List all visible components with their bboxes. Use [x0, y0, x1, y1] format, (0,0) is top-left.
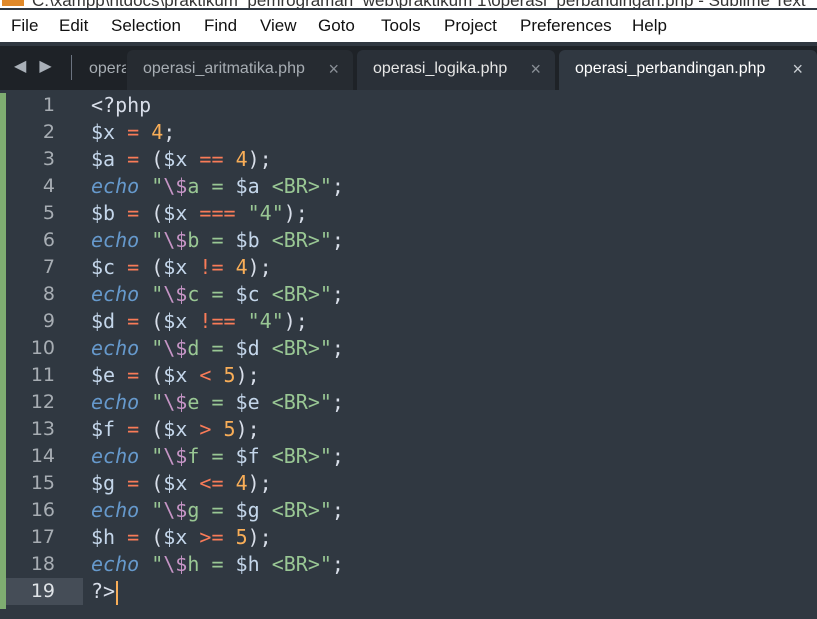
line-number: 3: [42, 148, 55, 170]
code-line[interactable]: echo "\$b = $b <BR>";: [91, 227, 344, 254]
close-icon[interactable]: ×: [328, 59, 339, 80]
line-number: 12: [30, 391, 55, 413]
code-line[interactable]: $f = ($x > 5);: [91, 416, 344, 443]
code-line[interactable]: $e = ($x < 5);: [91, 362, 344, 389]
menu-selection[interactable]: Selection: [111, 16, 181, 36]
code-line[interactable]: echo "\$a = $a <BR>";: [91, 173, 344, 200]
line-number: 6: [42, 229, 55, 251]
tab-label: operasi: [89, 60, 126, 77]
tab-operasi-aritmatika[interactable]: operasi_aritmatika.php ×: [127, 50, 353, 90]
code-line[interactable]: $c = ($x != 4);: [91, 254, 344, 281]
menu-view[interactable]: View: [260, 16, 297, 36]
code-editor[interactable]: 1 2 3 4 5 6 7 8 9 10 11 12 13 14 15 16 17 18 19 <?php $x = …: [0, 90, 817, 619]
window-title: C:\xampp\htdocs\praktikum_pemrograman_we…: [32, 0, 806, 8]
close-icon[interactable]: ×: [792, 59, 803, 80]
menu-tools[interactable]: Tools: [381, 16, 421, 36]
tab-nav-divider: [71, 55, 72, 80]
tab-partial[interactable]: operasi: [80, 50, 126, 90]
tab-nav-arrows-icon[interactable]: ◀ ▶: [14, 56, 56, 75]
line-number: 7: [42, 256, 55, 278]
line-number: 5: [42, 202, 55, 224]
code-line[interactable]: echo "\$f = $f <BR>";: [91, 443, 344, 470]
tab-label: operasi_logika.php: [373, 60, 508, 77]
title-bar: C:\xampp\htdocs\praktikum_pemrograman_we…: [0, 0, 817, 8]
menu-find[interactable]: Find: [204, 16, 237, 36]
line-number: 1: [42, 94, 55, 116]
code-line[interactable]: $h = ($x >= 5);: [91, 524, 344, 551]
code-line[interactable]: <?php: [91, 92, 344, 119]
code-line[interactable]: echo "\$d = $d <BR>";: [91, 335, 344, 362]
code-line[interactable]: $d = ($x !== "4");: [91, 308, 344, 335]
code-line[interactable]: echo "\$c = $c <BR>";: [91, 281, 344, 308]
code-line[interactable]: echo "\$h = $h <BR>";: [91, 551, 344, 578]
code-line[interactable]: ?>: [91, 578, 344, 605]
code-line[interactable]: $g = ($x <= 4);: [91, 470, 344, 497]
menu-bar: File Edit Selection Find View Goto Tools…: [0, 10, 817, 42]
line-number: 16: [30, 499, 55, 521]
code-line[interactable]: $x = 4;: [91, 119, 344, 146]
line-number: 18: [30, 553, 55, 575]
line-number: 13: [30, 418, 55, 440]
line-number: 9: [42, 310, 55, 332]
tab-operasi-perbandingan[interactable]: operasi_perbandingan.php ×: [559, 50, 817, 90]
code-line[interactable]: echo "\$g = $g <BR>";: [91, 497, 344, 524]
code-line[interactable]: $a = ($x == 4);: [91, 146, 344, 173]
line-number: 8: [42, 283, 55, 305]
tab-bar: ◀ ▶ operasi operasi_aritmatika.php × ope…: [0, 46, 817, 90]
code-line[interactable]: echo "\$e = $e <BR>";: [91, 389, 344, 416]
menu-goto[interactable]: Goto: [318, 16, 355, 36]
menu-help[interactable]: Help: [632, 16, 667, 36]
line-number: 4: [42, 175, 55, 197]
menu-project[interactable]: Project: [444, 16, 497, 36]
code-text[interactable]: <?php $x = 4; $a = ($x == 4); echo "\$a = $…: [91, 92, 344, 605]
sublime-app-icon: [2, 0, 24, 6]
tab-label: operasi_aritmatika.php: [143, 60, 305, 77]
line-number: 11: [30, 364, 55, 386]
tab-operasi-logika[interactable]: operasi_logika.php ×: [357, 50, 555, 90]
line-number: 17: [30, 526, 55, 548]
line-number: 14: [30, 445, 55, 467]
line-number-gutter: 1 2 3 4 5 6 7 8 9 10 11 12 13 14 15 16 17 18 19: [0, 90, 85, 619]
menu-file[interactable]: File: [11, 16, 38, 36]
line-number: 19: [30, 580, 55, 602]
line-number: 10: [30, 337, 55, 359]
text-caret: [116, 580, 119, 605]
close-icon[interactable]: ×: [530, 59, 541, 80]
tab-label: operasi_perbandingan.php: [575, 60, 766, 77]
line-number: 2: [42, 121, 55, 143]
menu-preferences[interactable]: Preferences: [520, 16, 612, 36]
code-line[interactable]: $b = ($x === "4");: [91, 200, 344, 227]
menu-edit[interactable]: Edit: [59, 16, 88, 36]
line-number: 15: [30, 472, 55, 494]
line-numbers: 1 2 3 4 5 6 7 8 9 10 11 12 13 14 15 16 17 18 19: [0, 92, 55, 605]
